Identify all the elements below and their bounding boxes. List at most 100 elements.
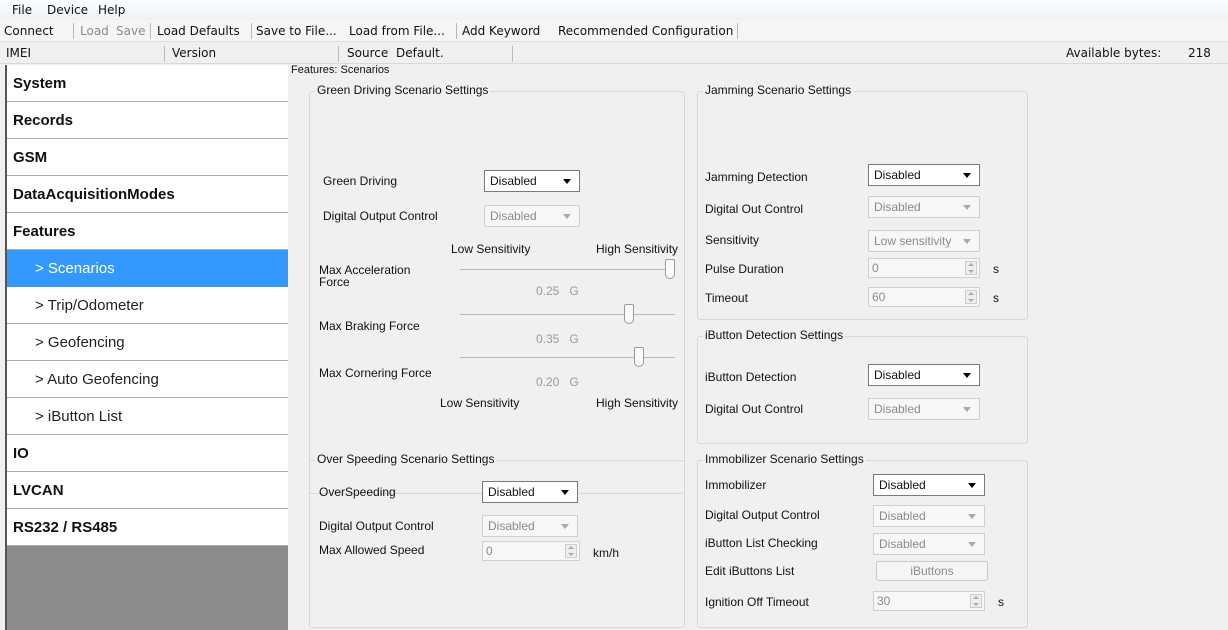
menu-device[interactable]: Device [47,3,88,17]
jamming-sensitivity-dropdown-value: Low sensitivity [874,234,952,248]
green-driving-group-title: Green Driving Scenario Settings [315,83,491,97]
ibutton-digital-out-dropdown-value: Disabled [874,402,921,416]
immo-digital-output-label: Digital Output Control [705,508,820,522]
immo-digital-output-dropdown[interactable]: Disabled [873,505,985,527]
sidebar-item-rs232-rs485[interactable]: RS232 / RS485 [7,509,290,546]
pulse-duration-value: 0 [872,261,879,275]
spinner-arrows-icon[interactable] [965,290,977,304]
low-sensitivity-label: Low Sensitivity [451,242,531,256]
jamming-sensitivity-label: Sensitivity [705,233,760,247]
high-sensitivity-label: High Sensitivity [596,242,679,256]
max-allowed-speed-label: Max Allowed Speed [319,543,425,557]
ibutton-detection-group [697,336,1028,444]
overspeeding-label: OverSpeeding [319,485,396,499]
timeout-spinner[interactable]: 60 [868,287,980,307]
spinner-arrows-icon[interactable] [565,544,577,558]
chevron-down-icon [963,205,971,210]
spinner-arrows-icon[interactable] [965,261,977,275]
info-bar: IMEI Version Source Default. Available b… [0,42,1228,64]
ibuttons-button[interactable]: iButtons [876,561,988,581]
ignition-off-timeout-spinner[interactable]: 30 [873,591,985,611]
over-speeding-group-title: Over Speeding Scenario Settings [315,452,497,466]
add-keyword-button[interactable]: Add Keyword [462,24,540,38]
max-cornering-value: 0.20 G [536,375,579,389]
pulse-duration-spinner[interactable]: 0 [868,258,980,278]
sidebar-item-geofencing[interactable]: > Geofencing [7,324,290,361]
over-digital-output-dropdown[interactable]: Disabled [482,515,578,537]
jamming-detection-dropdown-value: Disabled [874,168,921,182]
green-digital-output-dropdown[interactable]: Disabled [484,205,580,227]
sidebar-item-gsm[interactable]: GSM [7,139,290,176]
sidebar-item-records[interactable]: Records [7,102,290,139]
ibutton-detection-dropdown[interactable]: Disabled [868,364,980,386]
sidebar: System Records GSM DataAcquisitionModes … [5,65,290,630]
menu-help[interactable]: Help [98,3,125,17]
immobilizer-dropdown[interactable]: Disabled [873,474,985,496]
sidebar-item-trip-odometer[interactable]: > Trip/Odometer [7,287,290,324]
menu-file[interactable]: File [12,3,32,17]
jamming-sensitivity-dropdown[interactable]: Low sensitivity [868,230,980,252]
green-digital-output-label: Digital Output Control [323,209,438,223]
page-title: Features: Scenarios [291,64,390,76]
green-driving-group [309,91,685,494]
timeout-unit: s [993,291,999,305]
recommended-configuration-button[interactable]: Recommended Configuration [558,24,733,38]
pulse-duration-unit: s [993,262,999,276]
green-digital-output-dropdown-value: Disabled [490,209,537,223]
info-separator [164,46,165,62]
max-cornering-slider-thumb[interactable] [634,347,645,367]
ibutton-list-checking-dropdown-value: Disabled [879,537,926,551]
save-to-file-button[interactable]: Save to File... [256,24,337,38]
ibutton-digital-out-dropdown[interactable]: Disabled [868,398,980,420]
ibutton-list-checking-label: iButton List Checking [705,536,818,550]
sidebar-item-lvcan[interactable]: LVCAN [7,472,290,509]
sidebar-item-ibutton-list[interactable]: > iButton List [7,398,290,435]
chevron-down-icon [563,179,571,184]
timeout-label: Timeout [705,291,748,305]
jamming-digital-out-label: Digital Out Control [705,202,804,216]
green-driving-label: Green Driving [323,174,398,188]
load-from-file-button[interactable]: Load from File... [349,24,445,38]
jamming-digital-out-dropdown-value: Disabled [874,200,921,214]
source-label: Source [347,46,389,60]
green-driving-dropdown[interactable]: Disabled [484,170,580,192]
max-allowed-speed-spinner[interactable]: 0 [482,541,580,561]
jamming-digital-out-dropdown[interactable]: Disabled [868,196,980,218]
connect-button[interactable]: Connect [4,24,54,38]
save-button[interactable]: Save [116,24,145,38]
toolbar-separator [456,23,457,39]
edit-ibuttons-list-label: Edit iButtons List [705,564,795,578]
immobilizer-label: Immobilizer [705,478,767,492]
sidebar-item-auto-geofencing[interactable]: > Auto Geofencing [7,361,290,398]
info-separator [338,46,339,62]
jamming-detection-label: Jamming Detection [705,170,808,184]
over-digital-output-dropdown-value: Disabled [488,519,535,533]
max-acceleration-slider-thumb[interactable] [665,259,675,279]
toolbar-separator [73,23,74,39]
sidebar-item-features[interactable]: Features [7,213,290,250]
max-braking-slider-thumb[interactable] [624,304,634,324]
max-cornering-label: Max Cornering Force [319,366,432,380]
sidebar-item-system[interactable]: System [7,65,290,102]
sidebar-item-data-acquisition-modes[interactable]: DataAcquisitionModes [7,176,290,213]
immobilizer-dropdown-value: Disabled [879,478,926,492]
chevron-down-icon [561,490,569,495]
spinner-arrows-icon[interactable] [970,594,982,608]
overspeeding-dropdown[interactable]: Disabled [482,481,578,503]
max-braking-slider-track [460,314,675,315]
over-digital-output-label: Digital Output Control [319,519,434,533]
jamming-detection-dropdown[interactable]: Disabled [868,164,980,186]
sidebar-item-io[interactable]: IO [7,435,290,472]
load-defaults-button[interactable]: Load Defaults [157,24,240,38]
ibutton-detection-group-title: iButton Detection Settings [703,328,846,342]
toolbar-separator [737,23,738,39]
ibutton-detection-label: iButton Detection [705,370,797,384]
low-sensitivity-bottom-label: Low Sensitivity [440,396,520,410]
ibutton-list-checking-dropdown[interactable]: Disabled [873,533,985,555]
ignition-off-timeout-label: Ignition Off Timeout [705,595,809,609]
chevron-down-icon [968,514,976,519]
sidebar-item-scenarios[interactable]: > Scenarios [7,250,290,287]
source-value: Default. [396,46,444,60]
chevron-down-icon [563,214,571,219]
load-button[interactable]: Load [80,24,109,38]
